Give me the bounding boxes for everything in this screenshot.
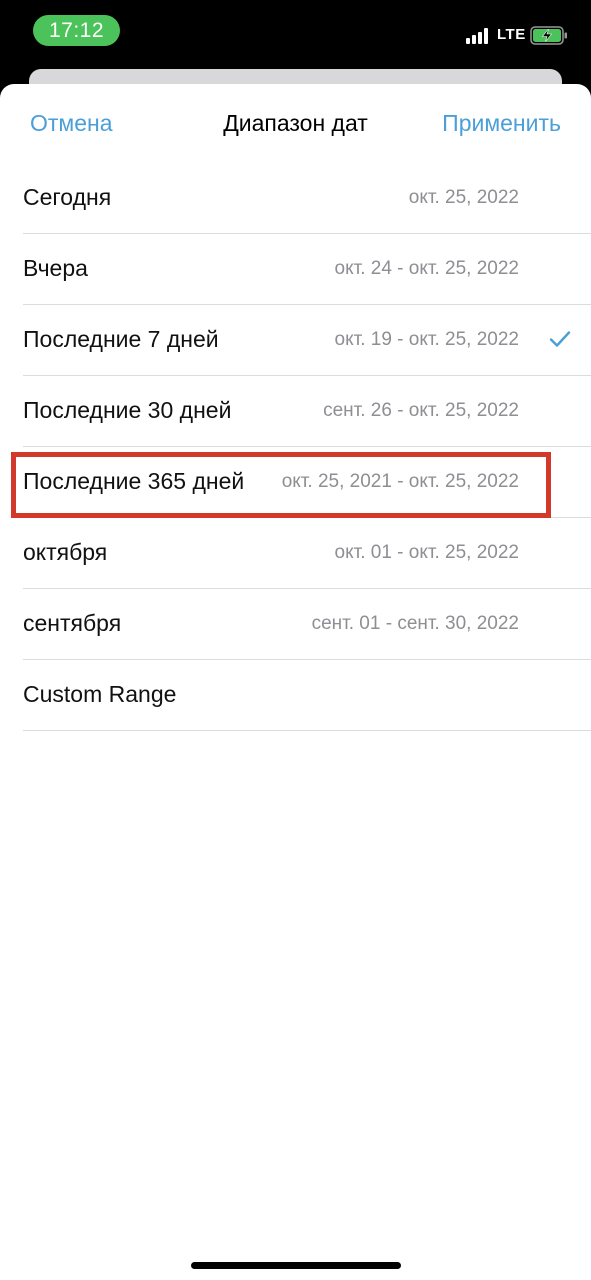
screen: 17:12 LTE Отмена Диапазон дат Применить … [0, 0, 591, 1280]
date-range-sheet: Отмена Диапазон дат Применить Сегодня ок… [0, 84, 591, 1280]
range-item-dates: окт. 25, 2021 - окт. 25, 2022 [281, 471, 519, 492]
range-item-custom-range[interactable]: Custom Range [23, 660, 591, 731]
range-item-september[interactable]: сентября сент. 01 - сент. 30, 2022 [23, 589, 591, 660]
range-item-dates: окт. 01 - окт. 25, 2022 [334, 542, 519, 563]
range-item-october[interactable]: октября окт. 01 - окт. 25, 2022 [23, 518, 591, 589]
network-type: LTE [497, 26, 526, 43]
range-item-dates: окт. 19 - окт. 25, 2022 [334, 329, 519, 350]
range-item-label: октября [23, 539, 108, 565]
range-item-label: Вчера [23, 255, 88, 281]
range-item-label: сентября [23, 610, 122, 636]
status-time: 17:12 [33, 15, 120, 46]
range-item-dates: окт. 24 - окт. 25, 2022 [334, 258, 519, 279]
range-item-label: Последние 7 дней [23, 326, 219, 352]
range-item-label: Сегодня [23, 184, 112, 210]
date-range-list: Сегодня окт. 25, 2022 Вчера окт. 24 - ок… [0, 163, 591, 731]
battery-charging-icon [530, 26, 567, 45]
range-item-today[interactable]: Сегодня окт. 25, 2022 [23, 163, 591, 234]
range-item-dates: сент. 26 - окт. 25, 2022 [323, 400, 519, 421]
status-bar: 17:12 LTE [0, 0, 591, 66]
range-item-last-30-days[interactable]: Последние 30 дней сент. 26 - окт. 25, 20… [23, 376, 591, 447]
range-item-dates: сент. 01 - сент. 30, 2022 [311, 613, 519, 634]
range-item-yesterday[interactable]: Вчера окт. 24 - окт. 25, 2022 [23, 234, 591, 305]
sheet-nav-bar: Отмена Диапазон дат Применить [0, 84, 591, 164]
range-item-last-7-days[interactable]: Последние 7 дней окт. 19 - окт. 25, 2022 [23, 305, 591, 376]
range-item-label: Последние 365 дней [23, 468, 245, 494]
range-item-label: Custom Range [23, 681, 177, 707]
range-item-label: Последние 30 дней [23, 397, 232, 423]
range-item-last-365-days[interactable]: Последние 365 дней окт. 25, 2021 - окт. … [23, 447, 591, 518]
signal-bars-icon [466, 28, 492, 44]
apply-button[interactable]: Применить [442, 110, 561, 137]
home-indicator[interactable] [191, 1262, 401, 1269]
range-item-dates: окт. 25, 2022 [408, 187, 519, 208]
checkmark-icon [549, 331, 571, 347]
